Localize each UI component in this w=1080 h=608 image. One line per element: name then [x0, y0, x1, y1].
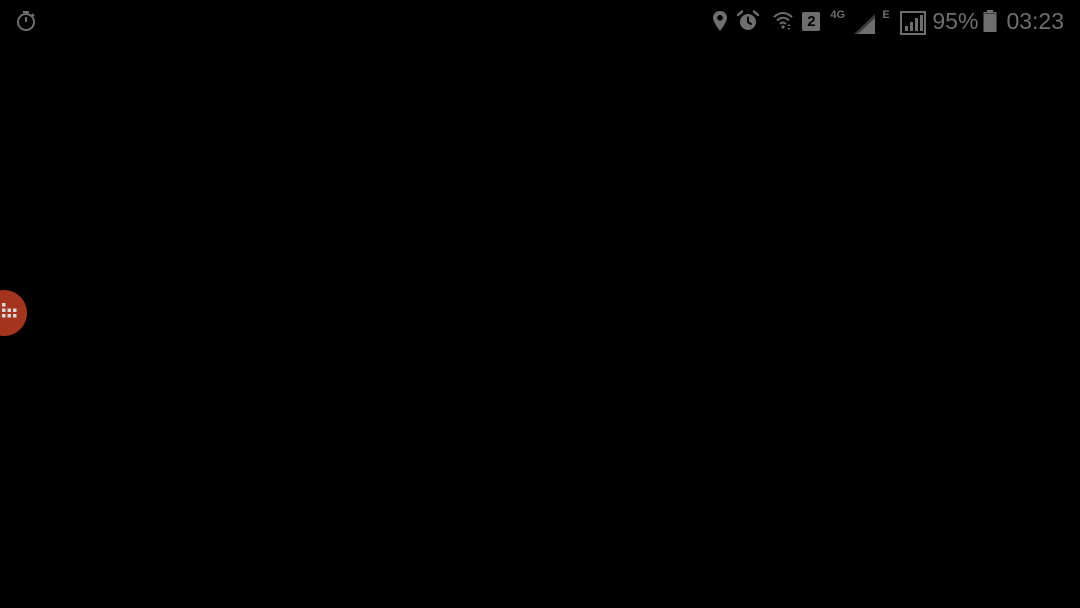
network-type-4g-label: 4G: [830, 9, 846, 21]
battery-icon: [983, 10, 997, 32]
timer-icon: [15, 10, 37, 32]
signal-e-icon: [900, 11, 927, 35]
signal-4g-icon: [854, 14, 876, 34]
signal-4g-group: 4G: [830, 7, 876, 35]
signal-e-group: E: [882, 7, 927, 35]
wifi-icon: [772, 10, 794, 32]
alarm-icon: [736, 10, 760, 32]
sim-2-badge: 2: [802, 11, 821, 31]
grid-dots-icon: [0, 301, 20, 326]
floating-action-button[interactable]: [0, 290, 27, 336]
status-bar-left: [15, 9, 37, 33]
battery-percent: 95%: [932, 7, 979, 34]
status-clock: 03:23: [1006, 7, 1064, 34]
status-bar: 2 4G E 95% 03:23: [0, 0, 1080, 42]
status-bar-right: 2 4G E 95% 03:23: [712, 6, 1064, 36]
battery-fill: [984, 13, 997, 32]
network-type-e-label: E: [882, 9, 890, 21]
screen: 2 4G E 95% 03:23: [0, 0, 1080, 608]
location-icon: [712, 10, 728, 32]
